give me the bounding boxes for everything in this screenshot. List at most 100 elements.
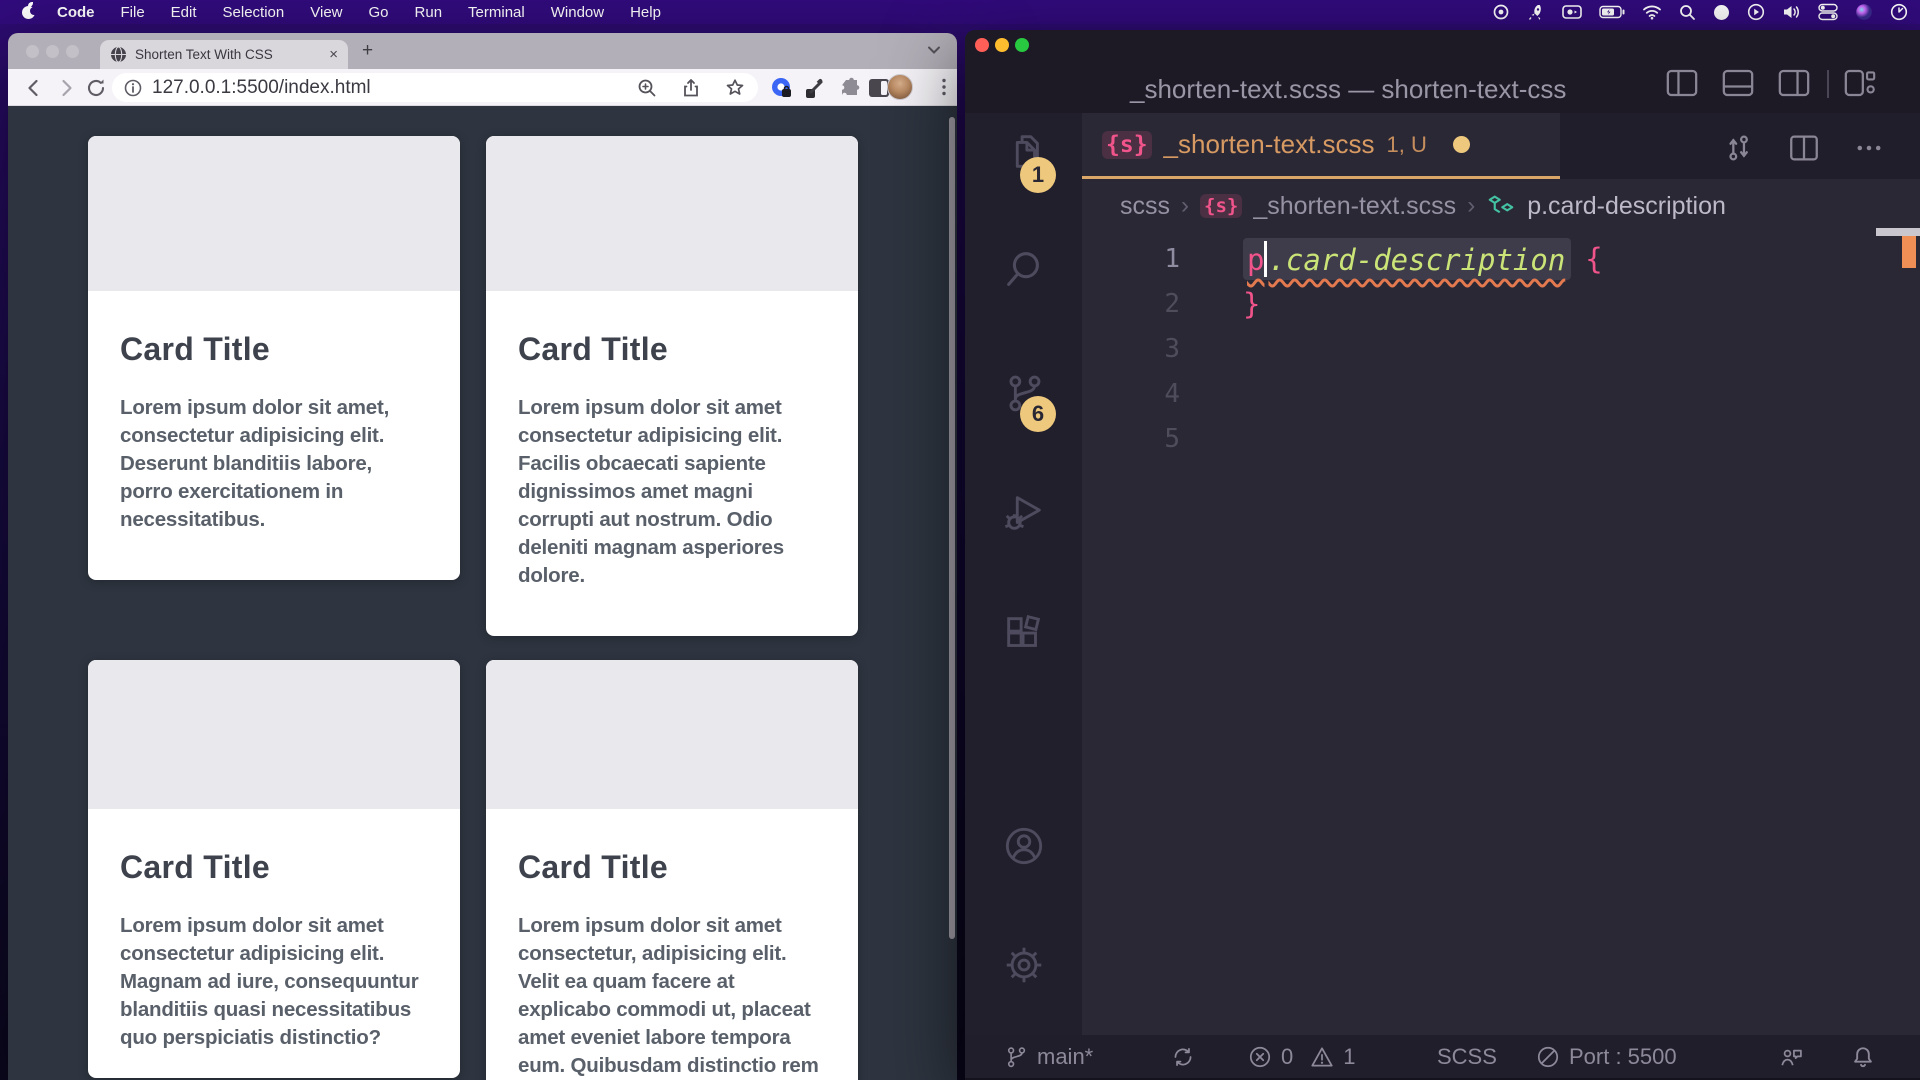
live-server-port[interactable]: Port : 5500 bbox=[1535, 1035, 1677, 1078]
breadcrumb-file[interactable]: _shorten-text.scss bbox=[1253, 192, 1456, 221]
breadcrumb-symbol[interactable]: p.card-description bbox=[1527, 192, 1726, 221]
menu-view[interactable]: View bbox=[310, 4, 342, 21]
menu-edit[interactable]: Edit bbox=[171, 4, 197, 21]
menu-run[interactable]: Run bbox=[415, 4, 443, 21]
back-icon[interactable] bbox=[22, 76, 46, 100]
siri-icon[interactable] bbox=[1855, 3, 1873, 21]
panel-left-icon[interactable] bbox=[1665, 68, 1699, 98]
color-picker-icon[interactable] bbox=[803, 75, 829, 101]
branch-name: main* bbox=[1037, 1044, 1093, 1070]
layout-customize-icon[interactable] bbox=[1843, 68, 1877, 98]
line-number: 5 bbox=[1082, 424, 1180, 454]
explorer-badge: 1 bbox=[1020, 157, 1056, 193]
git-branch-icon bbox=[1003, 1044, 1029, 1070]
window-minimize-button[interactable] bbox=[46, 45, 59, 58]
search-icon[interactable] bbox=[1001, 246, 1047, 292]
clock-icon[interactable] bbox=[1890, 3, 1908, 21]
menu-file[interactable]: File bbox=[121, 4, 145, 21]
code-line-4[interactable]: 4 bbox=[1082, 371, 1920, 416]
language-label: SCSS bbox=[1437, 1044, 1497, 1070]
spotlight-search-icon[interactable] bbox=[1679, 4, 1696, 21]
error-count: 0 bbox=[1281, 1044, 1293, 1070]
panel-bottom-icon[interactable] bbox=[1721, 68, 1755, 98]
screen-target-icon[interactable] bbox=[1492, 3, 1510, 21]
tab-search-chevron-icon[interactable] bbox=[927, 45, 941, 55]
vscode-window-title: _shorten-text.scss — shorten-text-css bbox=[1130, 74, 1566, 105]
volume-icon[interactable] bbox=[1782, 4, 1801, 20]
split-editor-icon[interactable] bbox=[1787, 131, 1821, 165]
menu-help[interactable]: Help bbox=[630, 4, 661, 21]
scrollbar-slider[interactable] bbox=[1876, 228, 1920, 236]
control-center-icon[interactable] bbox=[1818, 3, 1838, 21]
code-line-2[interactable]: 2 } bbox=[1082, 281, 1920, 326]
profile-avatar[interactable] bbox=[887, 74, 913, 100]
window-zoom-button[interactable] bbox=[66, 45, 79, 58]
extensions-puzzle-icon[interactable] bbox=[836, 75, 862, 101]
code-class-token: .card-description bbox=[1268, 243, 1565, 277]
menu-window[interactable]: Window bbox=[551, 4, 604, 21]
more-actions-icon[interactable] bbox=[1852, 131, 1886, 165]
settings-gear-icon[interactable] bbox=[1001, 942, 1047, 988]
card-image-placeholder bbox=[88, 136, 460, 291]
tab-modified-dot[interactable] bbox=[1453, 136, 1470, 153]
site-info-icon[interactable] bbox=[124, 79, 142, 97]
menu-app-name[interactable]: Code bbox=[57, 4, 95, 21]
menu-selection[interactable]: Selection bbox=[223, 4, 285, 21]
language-mode[interactable]: SCSS bbox=[1437, 1035, 1497, 1078]
panel-right-icon[interactable] bbox=[1777, 68, 1811, 98]
sync-status[interactable] bbox=[1170, 1035, 1196, 1078]
line-number: 2 bbox=[1082, 289, 1180, 319]
do-not-disturb-icon[interactable] bbox=[1713, 4, 1730, 21]
notifications-bell-icon[interactable] bbox=[1849, 1035, 1877, 1078]
line-number: 4 bbox=[1082, 379, 1180, 409]
run-debug-icon[interactable] bbox=[1001, 489, 1047, 535]
extensions-icon[interactable] bbox=[1001, 611, 1047, 657]
browser-menu-dots-icon[interactable] bbox=[934, 76, 954, 98]
bookmark-star-icon[interactable] bbox=[724, 77, 746, 99]
apple-menu-icon[interactable] bbox=[22, 6, 35, 19]
screen-record-icon[interactable] bbox=[1562, 4, 1582, 20]
forward-icon[interactable] bbox=[54, 76, 78, 100]
menu-terminal[interactable]: Terminal bbox=[468, 4, 525, 21]
battery-charging-icon[interactable] bbox=[1599, 5, 1625, 19]
new-tab-button[interactable]: + bbox=[362, 40, 373, 62]
reload-icon[interactable] bbox=[84, 76, 108, 100]
card-title: Card Title bbox=[518, 331, 826, 368]
feedback-icon[interactable] bbox=[1777, 1035, 1805, 1078]
error-circle-icon bbox=[1247, 1044, 1273, 1070]
tab-title: Shorten Text With CSS bbox=[135, 47, 321, 62]
browser-window: Shorten Text With CSS × + 127.0.0.1:5500… bbox=[8, 33, 957, 1080]
compare-changes-icon[interactable] bbox=[1722, 131, 1756, 165]
tab-close-icon[interactable]: × bbox=[329, 46, 338, 63]
problems-status[interactable]: 0 1 bbox=[1247, 1035, 1356, 1078]
browser-tab-strip: Shorten Text With CSS × + bbox=[8, 33, 957, 69]
code-editor[interactable]: 1 p.card-description { 2 } 3 4 5 bbox=[1082, 233, 1920, 1035]
breadcrumb-folder[interactable]: scss bbox=[1120, 192, 1170, 221]
zoom-in-icon[interactable] bbox=[636, 77, 658, 99]
menu-go[interactable]: Go bbox=[369, 4, 389, 21]
account-icon[interactable] bbox=[1001, 823, 1047, 869]
menu-bar: Code File Edit Selection View Go Run Ter… bbox=[0, 0, 1920, 24]
rocket-icon[interactable] bbox=[1527, 3, 1545, 21]
breadcrumb: scss › {s} _shorten-text.scss › p.card-d… bbox=[1082, 179, 1920, 233]
vscode-title-bar[interactable]: _shorten-text.scss — shorten-text-css bbox=[965, 30, 1920, 113]
code-line-1[interactable]: 1 p.card-description { bbox=[1082, 236, 1920, 281]
breadcrumb-separator: › bbox=[1181, 192, 1189, 220]
editor-tab[interactable]: {s} _shorten-text.scss 1, U bbox=[1082, 113, 1560, 179]
branch-status[interactable]: main* bbox=[1003, 1035, 1093, 1078]
page-scrollbar[interactable] bbox=[949, 117, 955, 939]
browser-tab[interactable]: Shorten Text With CSS × bbox=[100, 40, 348, 69]
address-bar[interactable]: 127.0.0.1:5500/index.html bbox=[112, 73, 758, 102]
window-close-button[interactable] bbox=[26, 45, 39, 58]
code-line-5[interactable]: 5 bbox=[1082, 416, 1920, 461]
play-circle-icon[interactable] bbox=[1747, 3, 1765, 21]
url-text[interactable]: 127.0.0.1:5500/index.html bbox=[152, 77, 626, 99]
share-icon[interactable] bbox=[680, 77, 702, 99]
window-zoom-button[interactable] bbox=[1015, 38, 1029, 52]
window-close-button[interactable] bbox=[975, 38, 989, 52]
password-manager-icon[interactable] bbox=[768, 75, 794, 101]
code-line-3[interactable]: 3 bbox=[1082, 326, 1920, 371]
wifi-icon[interactable] bbox=[1642, 4, 1662, 20]
window-minimize-button[interactable] bbox=[995, 38, 1009, 52]
editor-area: {s} _shorten-text.scss 1, U scss › {s} _… bbox=[1082, 113, 1920, 1035]
